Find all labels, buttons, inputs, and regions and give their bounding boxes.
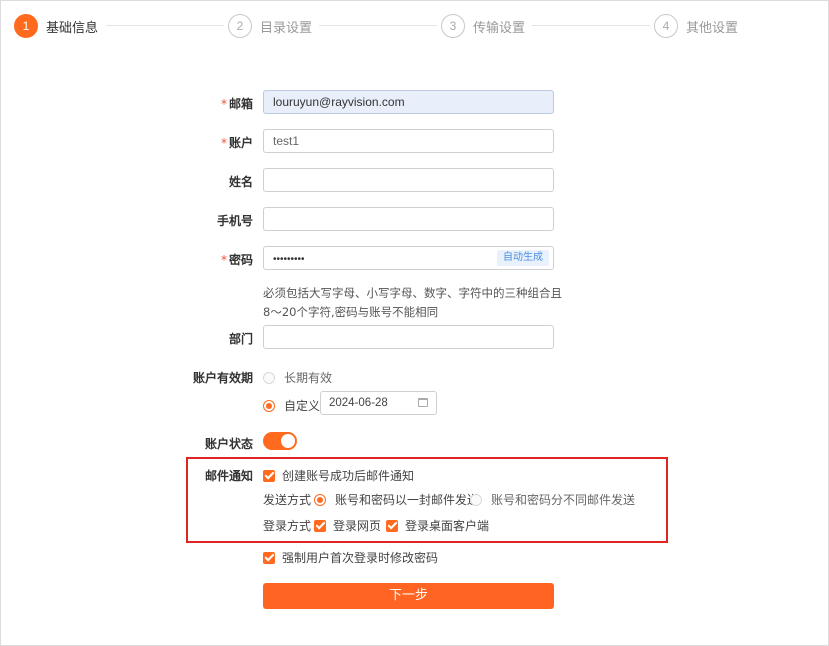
checkbox-checked-icon bbox=[263, 551, 275, 564]
radio-dot bbox=[314, 493, 326, 506]
step-number: 1 bbox=[14, 14, 38, 38]
department-label: 部门 bbox=[228, 332, 253, 346]
radio-send-single[interactable]: 账号和密码以一封邮件发送 bbox=[314, 491, 479, 508]
password-hint: 必须包括大写字母、小写字母、数字、字符中的三种组合且8～20个字符,密码与账号不… bbox=[263, 286, 562, 319]
step-2[interactable]: 2 目录设置 bbox=[228, 13, 312, 39]
step-label: 目录设置 bbox=[260, 20, 313, 36]
radio-forever[interactable]: 长期有效 bbox=[263, 369, 332, 386]
step-1[interactable]: 1 基础信息 bbox=[14, 13, 98, 39]
force-change-checkbox[interactable]: 强制用户首次登录时修改密码 bbox=[263, 549, 438, 566]
status-toggle[interactable] bbox=[263, 432, 297, 450]
step-label: 传输设置 bbox=[473, 20, 526, 36]
phone-field[interactable] bbox=[263, 207, 554, 231]
step-label: 基础信息 bbox=[46, 20, 99, 36]
step-number: 4 bbox=[654, 14, 678, 38]
login-web-checkbox[interactable]: 登录网页 bbox=[314, 517, 381, 534]
send-method-label: 发送方式 bbox=[263, 493, 312, 507]
email-label: * 邮箱 bbox=[220, 97, 253, 111]
date-value: 2024-06-28 bbox=[329, 397, 388, 409]
password-value: ••••••••• bbox=[273, 254, 305, 265]
account-field[interactable]: test1 bbox=[263, 129, 554, 153]
checkbox-checked-icon bbox=[386, 519, 398, 532]
email-field[interactable]: louruyun@rayvision.com bbox=[263, 90, 554, 114]
radio-dot bbox=[263, 399, 275, 412]
create-notify-checkbox[interactable]: 创建账号成功后邮件通知 bbox=[263, 467, 414, 484]
stepper: 1 基础信息 2 目录设置 3 传输设置 4 其他设置 bbox=[14, 13, 814, 39]
step-3[interactable]: 3 传输设置 bbox=[441, 13, 525, 39]
auto-generate-button[interactable]: 自动生成 bbox=[497, 250, 549, 266]
account-label: * 账户 bbox=[220, 136, 253, 150]
step-4[interactable]: 4 其他设置 bbox=[654, 13, 738, 39]
checkbox-checked-icon bbox=[263, 469, 275, 482]
department-field[interactable] bbox=[263, 325, 554, 349]
step-connector bbox=[532, 25, 650, 26]
toggle-knob bbox=[281, 434, 295, 448]
calendar-icon bbox=[418, 398, 428, 407]
login-desktop-checkbox[interactable]: 登录桌面客户端 bbox=[386, 517, 489, 534]
phone-label: 手机号 bbox=[216, 214, 253, 228]
password-label: * 密码 bbox=[220, 253, 253, 267]
radio-dot bbox=[263, 371, 275, 384]
radio-send-separate[interactable]: 账号和密码分不同邮件发送 bbox=[470, 491, 635, 508]
radio-custom[interactable]: 自定义 bbox=[263, 397, 320, 414]
step-label: 其他设置 bbox=[686, 20, 739, 36]
step-connector bbox=[106, 25, 224, 26]
name-label: 姓名 bbox=[228, 175, 253, 189]
name-field[interactable] bbox=[263, 168, 554, 192]
mail-notify-label: 邮件通知 bbox=[204, 469, 253, 483]
password-field[interactable]: ••••••••• 自动生成 bbox=[263, 246, 554, 270]
validity-label: 账户有效期 bbox=[192, 371, 253, 385]
step-connector bbox=[319, 25, 437, 26]
step-number: 3 bbox=[441, 14, 465, 38]
status-label: 账户状态 bbox=[204, 437, 253, 451]
login-method-label: 登录方式 bbox=[263, 519, 312, 533]
radio-dot bbox=[470, 493, 482, 506]
date-picker[interactable]: 2024-06-28 bbox=[320, 391, 437, 415]
step-number: 2 bbox=[228, 14, 252, 38]
next-step-button[interactable]: 下一步 bbox=[263, 583, 554, 609]
checkbox-checked-icon bbox=[314, 519, 326, 532]
